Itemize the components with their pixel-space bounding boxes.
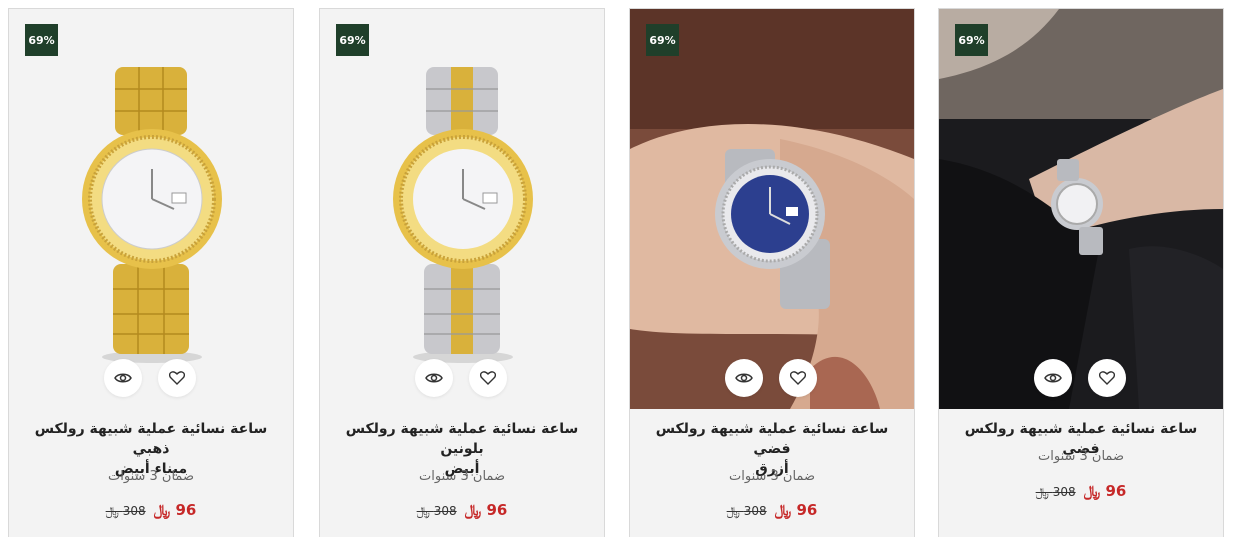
discount-badge: 69% xyxy=(646,24,679,56)
price-block: 96 ﷼ 308 ﷼ xyxy=(320,501,604,519)
sale-price: 96 ﷼ xyxy=(774,501,818,519)
sale-price: 96 ﷼ xyxy=(464,501,508,519)
discount-badge: 69% xyxy=(336,24,369,56)
quick-view-button[interactable] xyxy=(725,359,763,397)
quick-view-button[interactable] xyxy=(104,359,142,397)
product-image[interactable] xyxy=(320,9,604,409)
product-image[interactable] xyxy=(9,9,293,409)
quick-view-button[interactable] xyxy=(415,359,453,397)
warranty-text: ضمان 3 سنوات xyxy=(729,469,815,484)
product-card[interactable]: 69% ساعة نسائية عملية شبيهة رولكس بلونين… xyxy=(319,8,605,537)
heart-icon xyxy=(1099,371,1115,385)
product-card[interactable]: 69% ساعة نسائية عملية شبيهة رولكس فضي أز… xyxy=(629,8,915,537)
product-image[interactable] xyxy=(939,9,1223,409)
quick-view-button[interactable] xyxy=(1034,359,1072,397)
product-card[interactable]: 69% ساعة نسائية عملية شبيهة رولكس فضي ضم… xyxy=(938,8,1224,537)
original-price: 308 ﷼ xyxy=(105,504,146,518)
original-price: 308 ﷼ xyxy=(416,504,457,518)
warranty-text: ضمان 3 سنوات xyxy=(1038,449,1124,464)
heart-icon xyxy=(480,371,496,385)
price-block: 96 ﷼ 308 ﷼ xyxy=(939,482,1223,500)
discount-badge: 69% xyxy=(25,24,58,56)
sale-price: 96 ﷼ xyxy=(1083,482,1127,500)
eye-icon xyxy=(425,373,443,383)
warranty-text: ضمان 3 سنوات xyxy=(108,469,194,484)
original-price: 308 ﷼ xyxy=(1035,485,1076,499)
price-block: 96 ﷼ 308 ﷼ xyxy=(9,501,293,519)
eye-icon xyxy=(1044,373,1062,383)
eye-icon xyxy=(114,373,132,383)
discount-badge: 69% xyxy=(955,24,988,56)
wishlist-button[interactable] xyxy=(469,359,507,397)
original-price: 308 ﷼ xyxy=(726,504,767,518)
product-image[interactable] xyxy=(630,9,914,409)
wishlist-button[interactable] xyxy=(158,359,196,397)
price-block: 96 ﷼ 308 ﷼ xyxy=(630,501,914,519)
product-card[interactable]: 69% ساعة نسائية عملية شبيهة رولكس ذهبي م… xyxy=(8,8,294,537)
heart-icon xyxy=(169,371,185,385)
wishlist-button[interactable] xyxy=(1088,359,1126,397)
wishlist-button[interactable] xyxy=(779,359,817,397)
sale-price: 96 ﷼ xyxy=(153,501,197,519)
eye-icon xyxy=(735,373,753,383)
warranty-text: ضمان 3 سنوات xyxy=(419,469,505,484)
heart-icon xyxy=(790,371,806,385)
